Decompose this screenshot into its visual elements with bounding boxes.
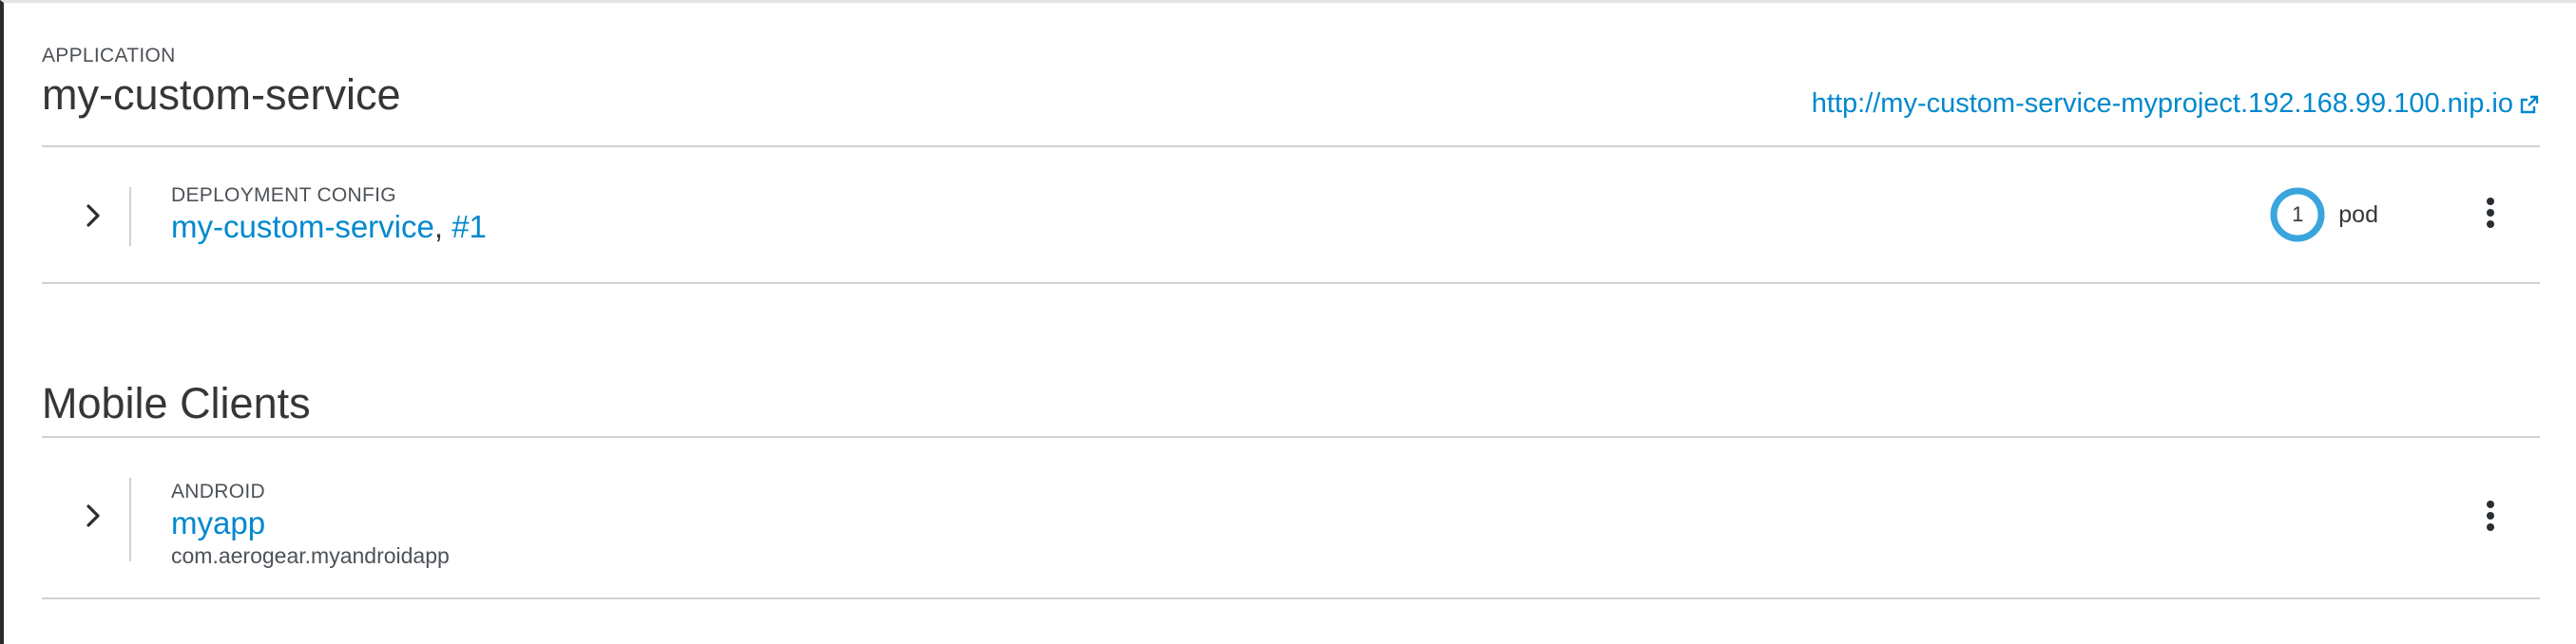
deployment-title: my-custom-service, #1 — [171, 207, 487, 246]
row-divider — [129, 187, 131, 246]
application-route-link[interactable]: http://my-custom-service-myproject.192.1… — [1812, 88, 2540, 120]
mobile-clients-section-header: Mobile Clients — [42, 284, 2540, 438]
pod-count: 1 — [2292, 202, 2304, 226]
chevron-right-icon[interactable] — [80, 502, 106, 529]
mobile-client-info: ANDROID myapp com.aerogear.myandroidapp — [171, 480, 450, 571]
mobile-client-title: myapp — [171, 503, 450, 542]
deployment-config-row: DEPLOYMENT CONFIG my-custom-service, #1 … — [42, 147, 2540, 284]
content: APPLICATION my-custom-service http://my-… — [42, 3, 2540, 599]
app-overview-page: APPLICATION my-custom-service http://my-… — [0, 0, 2576, 644]
pod-status[interactable]: 1 pod — [2270, 187, 2378, 242]
application-header: APPLICATION my-custom-service http://my-… — [42, 3, 2540, 147]
deployment-info: DEPLOYMENT CONFIG my-custom-service, #1 — [171, 183, 487, 246]
pod-label: pod — [2338, 200, 2378, 228]
external-link-icon — [2519, 94, 2540, 115]
application-url-text: http://my-custom-service-myproject.192.1… — [1811, 88, 2513, 119]
mobile-client-platform: ANDROID — [171, 481, 265, 502]
kebab-menu-icon[interactable] — [2481, 198, 2500, 232]
kebab-menu-icon[interactable] — [2481, 501, 2500, 535]
row-divider — [129, 478, 131, 561]
deployment-separator: , — [433, 209, 452, 245]
mobile-client-row: ANDROID myapp com.aerogear.myandroidapp — [42, 438, 2540, 599]
deployment-kicker: DEPLOYMENT CONFIG — [171, 184, 396, 206]
mobile-clients-title: Mobile Clients — [42, 379, 311, 427]
deployment-name-link[interactable]: my-custom-service — [171, 209, 434, 244]
application-kicker: APPLICATION — [42, 45, 176, 66]
mobile-client-bundle-id: com.aerogear.myandroidapp — [171, 543, 450, 569]
mobile-client-name-link[interactable]: myapp — [171, 505, 265, 540]
application-name: my-custom-service — [42, 70, 401, 119]
pod-donut-chart: 1 — [2270, 187, 2325, 242]
chevron-right-icon[interactable] — [80, 202, 106, 229]
deployment-version-link[interactable]: #1 — [452, 209, 487, 244]
